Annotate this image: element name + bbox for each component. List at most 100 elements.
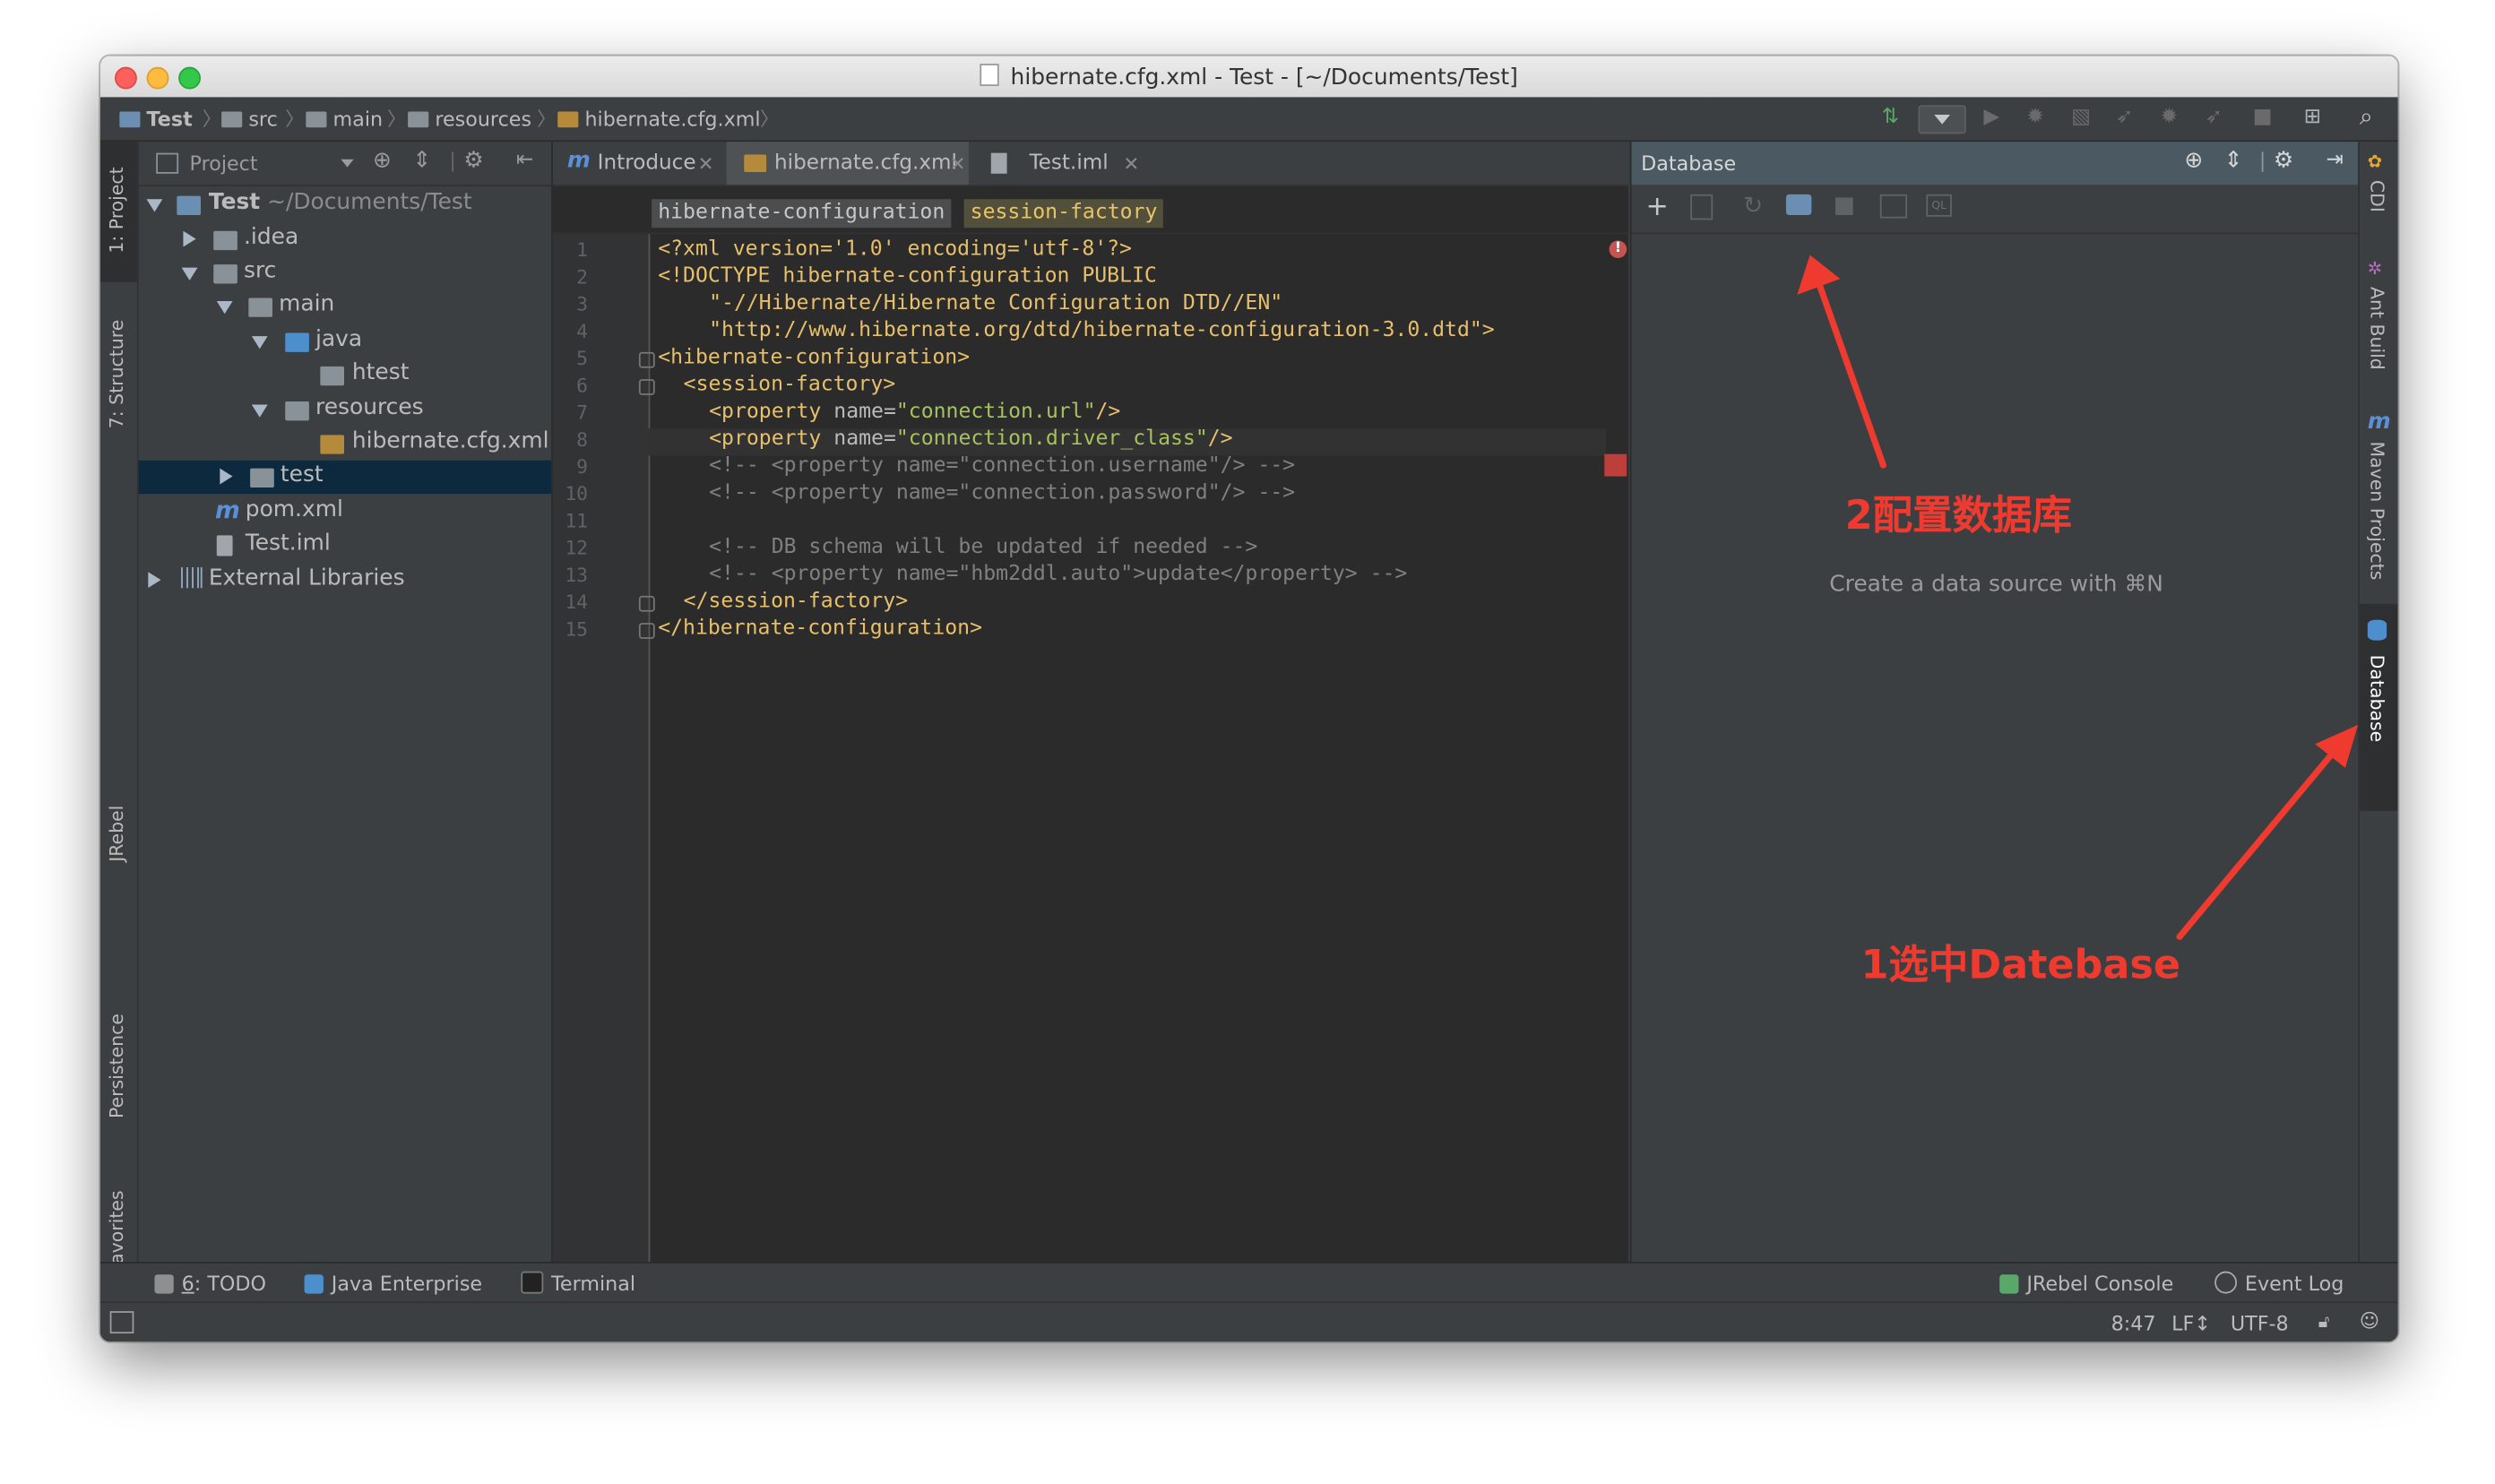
code-line-3[interactable]: "-//Hibernate/Hibernate Configuration DT… xyxy=(709,291,1282,315)
collapse-all-icon[interactable]: ⇕ xyxy=(412,148,431,173)
stop-icon[interactable] xyxy=(1835,197,1853,216)
inspector-icon[interactable]: ☺ xyxy=(2360,1309,2379,1332)
code-line-1[interactable]: <?xml version='1.0' encoding='utf-8'?> xyxy=(658,237,1132,262)
tree-item-src[interactable]: src xyxy=(139,256,551,289)
breadcrumb-file[interactable]: hibernate.cfg.xml xyxy=(557,107,761,131)
tool-window-structure[interactable]: 7: Structure xyxy=(105,320,127,429)
close-tab-icon[interactable]: ✕ xyxy=(1123,153,1139,176)
tree-item-java[interactable]: java xyxy=(139,325,551,358)
tree-item-idea[interactable]: .idea xyxy=(139,223,551,256)
tool-window-maven-projects[interactable]: Maven Projects xyxy=(2366,441,2388,580)
tab-hibernate-cfg[interactable]: hibernate.cfg.xml ✕ xyxy=(726,142,969,186)
tree-item-test[interactable]: Test ~/Documents/Test xyxy=(139,188,551,221)
expand-arrow-icon[interactable] xyxy=(216,301,233,315)
jrebel-run-icon[interactable]: ➶ xyxy=(2116,105,2133,129)
fold-marker-icon[interactable] xyxy=(638,623,655,639)
code-line-7[interactable]: <property name="connection.url"/> xyxy=(709,400,1120,424)
fold-marker-icon[interactable] xyxy=(638,379,655,395)
expand-arrow-icon[interactable] xyxy=(251,336,268,349)
fold-marker-icon[interactable] xyxy=(638,351,655,368)
breadcrumb-resources[interactable]: resources xyxy=(408,107,531,131)
close-tab-icon[interactable]: ✕ xyxy=(950,153,966,176)
code-line-15[interactable]: </hibernate-configuration> xyxy=(658,617,982,641)
tool-window-database[interactable]: Database xyxy=(2366,655,2388,743)
code-line-4[interactable]: "http://www.hibernate.org/dtd/hibernate-… xyxy=(709,319,1495,343)
error-indicator-icon[interactable]: ! xyxy=(1609,240,1627,259)
code-line-2[interactable]: <!DOCTYPE hibernate-configuration PUBLIC xyxy=(658,264,1157,289)
hide-panel-icon[interactable]: ⇤ xyxy=(516,148,533,172)
code-line-14[interactable]: </session-factory> xyxy=(684,590,908,614)
run-config-dropdown[interactable] xyxy=(1918,105,1966,134)
table-editor-icon[interactable] xyxy=(1879,194,1908,219)
project-structure-icon[interactable]: ⊞ xyxy=(2304,105,2321,129)
close-tab-icon[interactable]: ✕ xyxy=(698,153,714,176)
expand-arrow-icon[interactable] xyxy=(148,572,161,589)
locate-icon[interactable]: ⊕ xyxy=(373,148,392,173)
locate-icon[interactable]: ⊕ xyxy=(2184,148,2203,173)
error-stripe-marker[interactable] xyxy=(1604,453,1627,477)
gear-icon[interactable]: ⚙ xyxy=(463,148,483,173)
chevron-down-icon[interactable] xyxy=(341,159,354,168)
code-line-10[interactable]: <!-- <property name="connection.password… xyxy=(709,481,1295,505)
tool-window-cdi[interactable]: CDI xyxy=(2366,180,2388,212)
jrebel-debug-icon[interactable]: ✹ xyxy=(2161,105,2178,129)
breadcrumb-main[interactable]: main xyxy=(306,107,383,131)
run-icon[interactable]: ▶ xyxy=(1983,105,1999,129)
gear-icon[interactable]: ⚙ xyxy=(2274,148,2293,173)
tool-window-project[interactable]: 1: Project xyxy=(105,167,127,253)
breadcrumb-test[interactable]: Test xyxy=(119,107,193,131)
debug-icon[interactable]: ✹ xyxy=(2026,105,2043,129)
build-icon[interactable]: ⇅ xyxy=(1882,105,1899,129)
jrebel-deploy-icon[interactable]: ➶ xyxy=(2205,105,2222,129)
expand-arrow-icon[interactable] xyxy=(251,404,268,418)
toggle-tool-windows-icon[interactable] xyxy=(109,1311,134,1334)
sql-console-icon[interactable]: QL xyxy=(1926,194,1952,217)
todo-tool-button[interactable]: 6: TODO xyxy=(154,1272,266,1295)
tree-item-main[interactable]: main xyxy=(139,290,551,324)
code-line-13[interactable]: <!-- <property name="hbm2ddl.auto">updat… xyxy=(709,563,1407,587)
java-enterprise-tool-button[interactable]: Java Enterprise xyxy=(304,1272,482,1295)
project-view-selector[interactable]: Project xyxy=(190,151,258,176)
tree-item-hibernate-cfg[interactable]: hibernate.cfg.xml xyxy=(139,427,551,460)
tree-item-resources[interactable]: resources xyxy=(139,393,551,427)
tool-window-jrebel[interactable]: JRebel xyxy=(105,806,127,862)
lock-icon[interactable]: 🔓︎ xyxy=(2318,1311,2330,1333)
file-encoding[interactable]: UTF-8 xyxy=(2231,1311,2289,1335)
tree-item-test-folder[interactable]: test xyxy=(138,460,552,495)
expand-arrow-icon[interactable] xyxy=(146,199,163,212)
breadcrumb-src[interactable]: src xyxy=(221,107,278,131)
code-line-12[interactable]: <!-- DB schema will be updated if needed… xyxy=(709,535,1257,559)
tree-item-external-libraries[interactable]: |||‖ External Libraries xyxy=(139,564,551,597)
tree-item-test-iml[interactable]: Test.iml xyxy=(139,529,551,562)
collapse-all-icon[interactable]: ⇕ xyxy=(2224,148,2243,173)
copy-icon[interactable] xyxy=(1690,194,1714,220)
refresh-icon[interactable]: ↻ xyxy=(1743,191,1763,220)
search-icon[interactable]: ⌕ xyxy=(2360,102,2373,131)
expand-arrow-icon[interactable] xyxy=(183,230,196,247)
terminal-tool-button[interactable]: Terminal xyxy=(521,1271,635,1295)
add-icon[interactable]: + xyxy=(1645,191,1668,223)
code-line-6[interactable]: <session-factory> xyxy=(684,373,896,397)
tree-item-pom[interactable]: m pom.xml xyxy=(139,496,551,529)
tree-item-htest[interactable]: htest xyxy=(139,358,551,392)
code-line-8[interactable]: <property name="connection.driver_class"… xyxy=(709,427,1232,451)
line-separator[interactable]: LF↕ xyxy=(2171,1311,2211,1335)
data-source-properties-icon[interactable] xyxy=(1785,194,1812,216)
tool-window-persistence[interactable]: Persistence xyxy=(105,1014,127,1118)
event-log-tool-button[interactable]: Event Log xyxy=(2214,1271,2344,1295)
hide-panel-icon[interactable]: ⇥ xyxy=(2327,148,2344,172)
expand-arrow-icon[interactable] xyxy=(181,267,198,280)
coverage-icon[interactable]: ▧ xyxy=(2071,105,2091,129)
tool-window-ant-build[interactable]: Ant Build xyxy=(2366,287,2388,370)
jrebel-console-tool-button[interactable]: JRebel Console xyxy=(1999,1272,2173,1295)
code-line-9[interactable]: <!-- <property name="connection.username… xyxy=(709,454,1295,479)
code-line-5[interactable]: <hibernate-configuration> xyxy=(658,346,970,370)
expand-arrow-icon[interactable] xyxy=(220,468,233,485)
tag-breadcrumb-session-factory[interactable]: session-factory xyxy=(963,199,1164,229)
tab-test-iml[interactable]: Test.iml ✕ xyxy=(971,142,1146,185)
stop-icon[interactable]: ■ xyxy=(2253,105,2273,129)
caret-position[interactable]: 8:47 xyxy=(2111,1311,2156,1335)
tag-breadcrumb-hibernate-configuration[interactable]: hibernate-configuration xyxy=(652,199,952,229)
fold-marker-icon[interactable] xyxy=(638,595,655,612)
tab-introduce[interactable]: m Introduce ✕ xyxy=(553,142,725,185)
